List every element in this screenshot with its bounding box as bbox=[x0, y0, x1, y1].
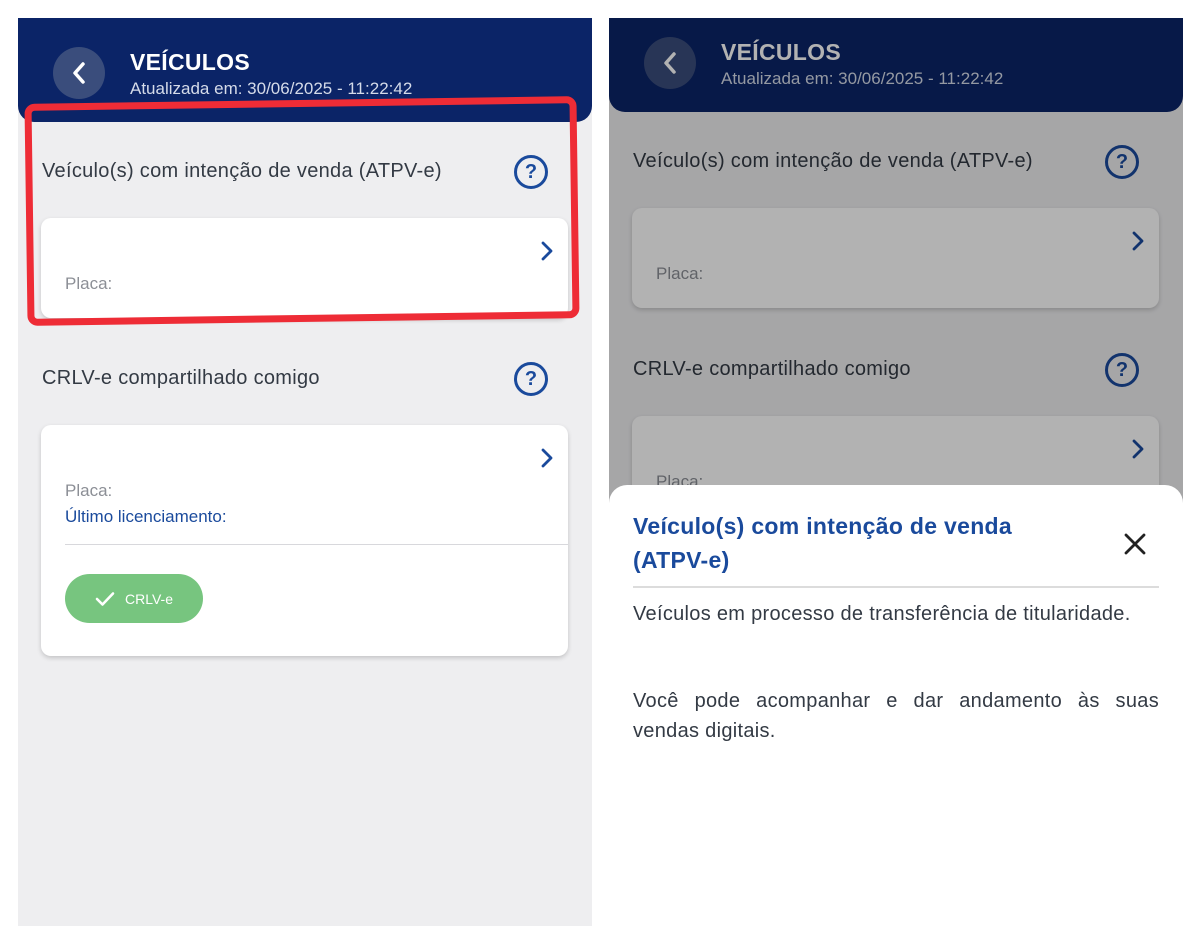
ultimo-licenciamento-label: Último licenciamento: bbox=[65, 507, 227, 526]
sheet-divider bbox=[633, 586, 1159, 588]
checkmark-icon bbox=[95, 591, 115, 606]
sheet-title: Veículo(s) com intenção de venda (ATPV-e… bbox=[633, 513, 1012, 573]
sheet-paragraph-1: Veículos em processo de transferência de… bbox=[633, 603, 1131, 625]
help-icon[interactable]: ? bbox=[514, 362, 548, 396]
sheet-paragraph-2: Você pode acompanhar e dar andamento às … bbox=[633, 690, 1159, 742]
chevron-left-icon bbox=[73, 62, 85, 84]
close-icon[interactable] bbox=[1122, 531, 1148, 557]
page-title: VEÍCULOS bbox=[130, 49, 250, 75]
crlv-section-label: CRLV-e compartilhado comigo bbox=[42, 367, 320, 389]
right-screen: VEÍCULOS Atualizada em: 30/06/2025 - 11:… bbox=[609, 18, 1183, 926]
updated-timestamp: Atualizada em: 30/06/2025 - 11:22:42 bbox=[130, 79, 413, 98]
crlv-e-button[interactable]: CRLV-e bbox=[65, 574, 203, 623]
help-bottom-sheet: Veículo(s) com intenção de venda (ATPV-e… bbox=[609, 485, 1183, 926]
placa-label: Placa: bbox=[65, 481, 113, 500]
left-screen: VEÍCULOS Atualizada em: 30/06/2025 - 11:… bbox=[18, 18, 592, 926]
crlv-vehicle-card[interactable]: Placa: Último licenciamento: CRLV-e bbox=[41, 425, 568, 656]
card-divider bbox=[65, 544, 568, 545]
crlv-e-button-label: CRLV-e bbox=[125, 590, 173, 607]
back-button[interactable] bbox=[53, 47, 105, 99]
red-highlight-annotation bbox=[24, 96, 580, 326]
chevron-right-icon[interactable] bbox=[540, 447, 554, 469]
